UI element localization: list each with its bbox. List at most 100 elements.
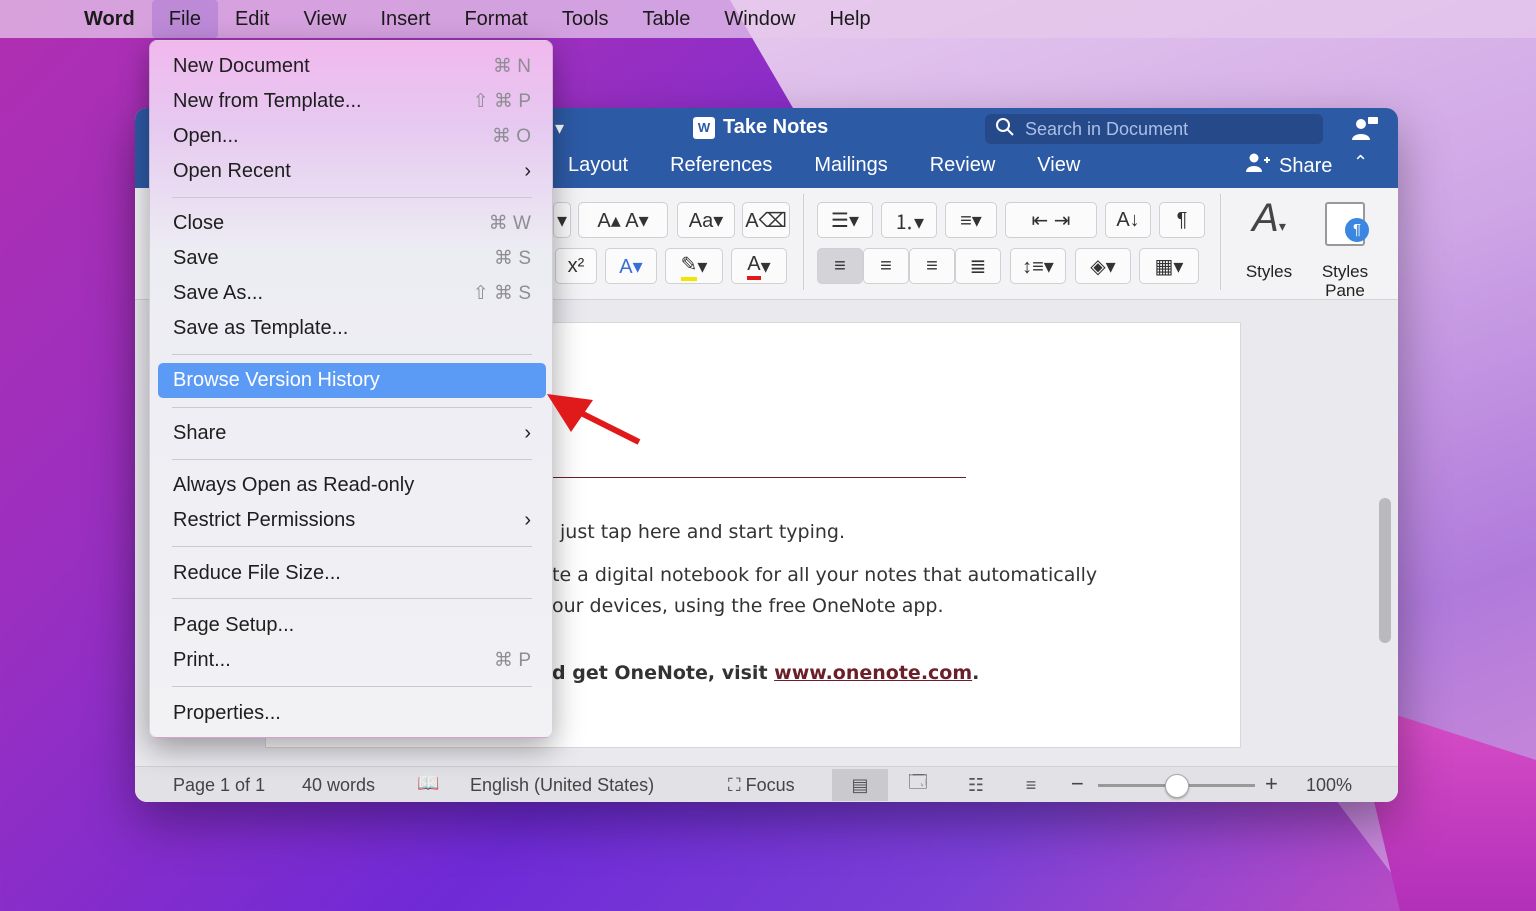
- draft-view-icon[interactable]: ≡: [1003, 769, 1059, 801]
- indent-buttons[interactable]: ⇤ ⇥: [1005, 202, 1097, 238]
- menu-item-always-open-read-only[interactable]: Always Open as Read-only: [158, 468, 546, 503]
- font-size-buttons[interactable]: A▴ A▾: [578, 202, 668, 238]
- menu-shortcut: ⌘ N: [493, 56, 531, 77]
- menu-item-close[interactable]: Close ⌘ W: [158, 206, 546, 241]
- doc-line-1[interactable]: just tap here and start typing.: [560, 521, 845, 543]
- menu-item-share[interactable]: Share ›: [158, 416, 546, 451]
- styles-button[interactable]: A▾ Styles: [1235, 196, 1303, 286]
- outline-view-icon[interactable]: ☷: [948, 769, 1004, 801]
- menu-shortcut: ⇧ ⌘ P: [472, 91, 531, 112]
- language[interactable]: English (United States): [470, 775, 654, 796]
- ribbon-tabs: Layout References Mailings Review View: [547, 154, 1101, 177]
- tab-references[interactable]: References: [649, 154, 793, 177]
- zoom-in-icon[interactable]: +: [1265, 771, 1278, 797]
- menu-item-new-from-template[interactable]: New from Template... ⇧ ⌘ P: [158, 84, 546, 119]
- page-count[interactable]: Page 1 of 1: [173, 775, 265, 796]
- vertical-scrollbar[interactable]: [1379, 498, 1391, 643]
- change-case-icon[interactable]: Aa▾: [677, 202, 735, 238]
- window-title: W Take Notes: [693, 116, 828, 139]
- menu-item-open[interactable]: Open... ⌘ O: [158, 119, 546, 154]
- font-dropdown-icon[interactable]: ▾: [553, 202, 571, 238]
- menu-item-restrict-permissions[interactable]: Restrict Permissions ›: [158, 503, 546, 538]
- menu-shortcut: ⌘ P: [494, 650, 531, 671]
- search-field[interactable]: Search in Document: [985, 114, 1323, 144]
- shading-icon[interactable]: ◈▾: [1075, 248, 1131, 284]
- justify-icon[interactable]: ≣: [955, 248, 1001, 284]
- window-title-text: Take Notes: [723, 116, 829, 138]
- doc-line-4-end: .: [972, 662, 980, 684]
- menu-item-reduce-file-size[interactable]: Reduce File Size...: [158, 556, 546, 591]
- numbering-icon[interactable]: ⒈▾: [881, 202, 937, 238]
- menubar-table[interactable]: Table: [626, 0, 708, 38]
- styles-label: Styles: [1245, 262, 1293, 281]
- menu-item-properties[interactable]: Properties...: [158, 696, 546, 731]
- account-icon[interactable]: [1350, 114, 1380, 144]
- menu-item-label: Restrict Permissions: [173, 509, 356, 531]
- zoom-level[interactable]: 100%: [1306, 775, 1352, 796]
- menu-item-page-setup[interactable]: Page Setup...: [158, 608, 546, 643]
- proofing-icon[interactable]: 📖: [417, 773, 439, 794]
- menu-item-label: Save as Template...: [173, 317, 349, 339]
- menubar-file[interactable]: File: [151, 0, 218, 38]
- menu-separator: [172, 598, 532, 599]
- menu-item-label: Always Open as Read-only: [173, 474, 415, 496]
- word-count[interactable]: 40 words: [302, 775, 375, 796]
- tab-review[interactable]: Review: [909, 154, 1017, 177]
- zoom-out-icon[interactable]: −: [1071, 771, 1084, 797]
- doc-line-4-text: d get OneNote, visit: [552, 662, 775, 684]
- menu-item-open-recent[interactable]: Open Recent ›: [158, 154, 546, 189]
- menubar-format[interactable]: Format: [447, 0, 544, 38]
- tab-view[interactable]: View: [1016, 154, 1101, 177]
- align-right-icon[interactable]: ≡: [909, 248, 955, 284]
- text-effects-icon[interactable]: A▾: [605, 248, 657, 284]
- bullets-icon[interactable]: ☰▾: [817, 202, 873, 238]
- status-bar: Page 1 of 1 40 words 📖 English (United S…: [135, 766, 1398, 802]
- onenote-link[interactable]: www.onenote.com: [774, 662, 972, 684]
- customize-toolbar-icon[interactable]: ▾: [555, 118, 564, 139]
- menubar-view[interactable]: View: [286, 0, 363, 38]
- menubar-tools[interactable]: Tools: [545, 0, 626, 38]
- web-layout-icon[interactable]: 🗔: [890, 769, 946, 801]
- multilevel-list-icon[interactable]: ≡▾: [945, 202, 997, 238]
- print-layout-icon[interactable]: ▤: [832, 769, 888, 801]
- menu-item-browse-version-history[interactable]: Browse Version History: [158, 363, 546, 398]
- focus-button[interactable]: ⛶ Focus: [728, 775, 795, 796]
- menubar-edit[interactable]: Edit: [218, 0, 286, 38]
- tab-mailings[interactable]: Mailings: [793, 154, 908, 177]
- styles-pane-button[interactable]: ¶ Styles Pane: [1311, 196, 1379, 300]
- collapse-ribbon-icon[interactable]: ⌃: [1353, 152, 1368, 173]
- menu-shortcut: ⌘ O: [491, 126, 531, 147]
- menubar-app-word[interactable]: Word: [84, 0, 152, 38]
- add-person-icon: [1245, 152, 1271, 180]
- superscript-icon[interactable]: x²: [555, 248, 597, 284]
- focus-icon: ⛶: [728, 775, 746, 795]
- menu-item-label: Page Setup...: [173, 614, 295, 636]
- highlight-color-icon[interactable]: ✎ ▾: [665, 248, 723, 284]
- zoom-slider-knob[interactable]: [1164, 774, 1189, 798]
- chevron-right-icon: ›: [524, 160, 531, 182]
- doc-line-4[interactable]: d get OneNote, visit www.onenote.com.: [552, 662, 979, 684]
- menubar-help[interactable]: Help: [812, 0, 887, 38]
- doc-line-3[interactable]: our devices, using the free OneNote app.: [552, 595, 944, 617]
- line-spacing-icon[interactable]: ↕≡▾: [1010, 248, 1066, 284]
- word-doc-icon: W: [693, 116, 715, 139]
- menu-item-print[interactable]: Print... ⌘ P: [158, 643, 546, 678]
- borders-icon[interactable]: ▦▾: [1139, 248, 1199, 284]
- menu-item-save[interactable]: Save ⌘ S: [158, 241, 546, 276]
- menu-item-save-as[interactable]: Save As... ⇧ ⌘ S: [158, 276, 546, 311]
- menu-item-new-document[interactable]: New Document ⌘ N: [158, 49, 546, 84]
- align-left-icon[interactable]: ≡: [817, 248, 863, 284]
- doc-line-2[interactable]: te a digital notebook for all your notes…: [552, 564, 1097, 586]
- align-center-icon[interactable]: ≡: [863, 248, 909, 284]
- share-label: Share: [1279, 154, 1333, 177]
- sort-icon[interactable]: A↓: [1105, 202, 1151, 238]
- clear-formatting-icon[interactable]: A⌫: [742, 202, 790, 238]
- menubar-insert[interactable]: Insert: [363, 0, 447, 38]
- menu-item-label: Save As...: [173, 282, 264, 304]
- menu-item-save-as-template[interactable]: Save as Template...: [158, 311, 546, 346]
- menubar-window[interactable]: Window: [707, 0, 812, 38]
- show-formatting-icon[interactable]: ¶: [1159, 202, 1205, 238]
- share-button[interactable]: Share: [1245, 152, 1332, 180]
- font-color-icon[interactable]: A ▾: [731, 248, 787, 284]
- tab-layout[interactable]: Layout: [547, 154, 649, 177]
